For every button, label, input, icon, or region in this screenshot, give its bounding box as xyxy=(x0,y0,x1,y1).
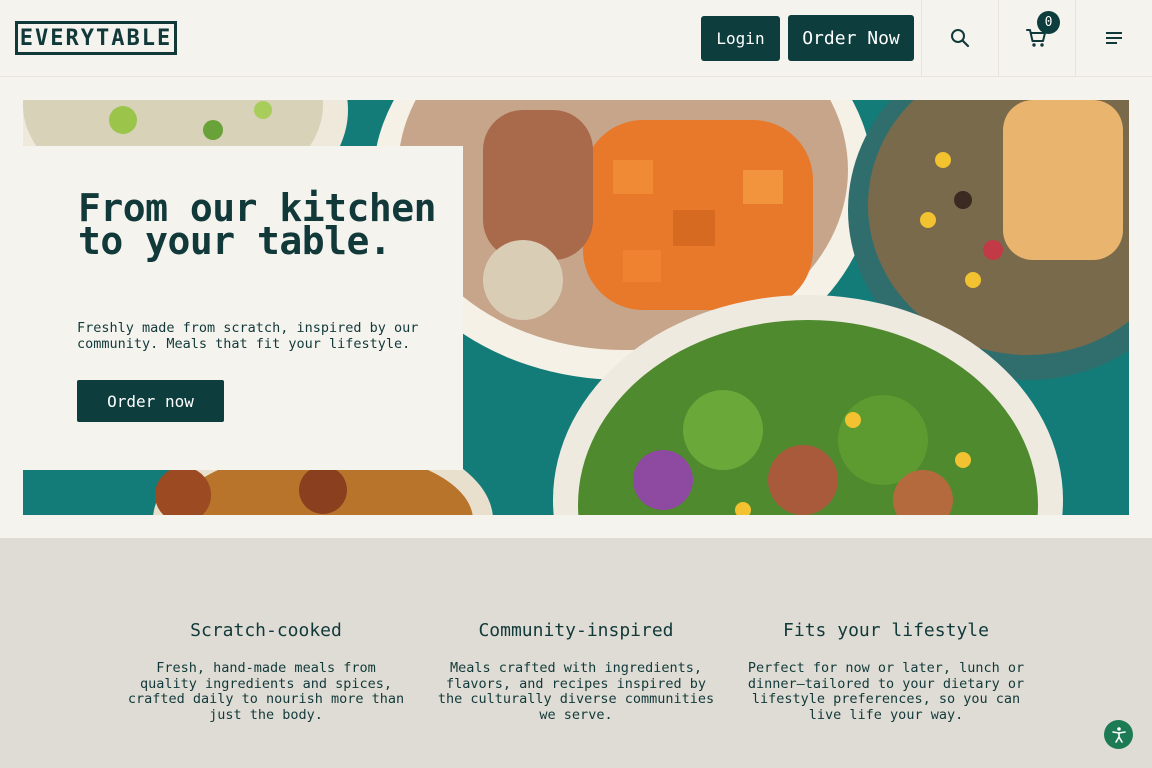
feature-fits-your-lifestyle: Fits your lifestyle Perfect for now or l… xyxy=(746,620,1026,723)
search-button[interactable] xyxy=(921,0,998,76)
everytable-logo[interactable]: EVERYTABLE xyxy=(15,21,177,55)
accessibility-button[interactable] xyxy=(1104,720,1133,749)
accessibility-icon xyxy=(1111,726,1126,743)
order-now-header-button[interactable]: Order Now xyxy=(788,15,914,61)
hero-order-now-button[interactable]: Order now xyxy=(77,380,224,422)
hero-subtitle: Freshly made from scratch, inspired by o… xyxy=(77,320,419,352)
cart-count-badge: 0 xyxy=(1037,11,1060,34)
menu-button[interactable] xyxy=(1075,0,1152,76)
feature-title: Fits your lifestyle xyxy=(783,620,989,641)
feature-title: Community-inspired xyxy=(478,620,674,641)
cart-button[interactable] xyxy=(998,0,1075,76)
feature-body: Meals crafted with ingredients, flavors,… xyxy=(437,660,715,723)
feature-title: Scratch-cooked xyxy=(190,620,342,641)
feature-community-inspired: Community-inspired Meals crafted with in… xyxy=(436,620,716,723)
feature-scratch-cooked: Scratch-cooked Fresh, hand-made meals fr… xyxy=(126,620,406,723)
features-section: Scratch-cooked Fresh, hand-made meals fr… xyxy=(0,538,1152,768)
feature-body: Fresh, hand-made meals from quality ingr… xyxy=(127,660,405,723)
menu-icon xyxy=(1106,32,1122,44)
login-button[interactable]: Login xyxy=(701,16,780,61)
site-header: EVERYTABLE Login Order Now 0 xyxy=(0,0,1152,77)
search-icon xyxy=(951,29,970,48)
hero-title: From our kitchen to your table. xyxy=(78,186,437,263)
feature-body: Perfect for now or later, lunch or dinne… xyxy=(747,660,1025,723)
